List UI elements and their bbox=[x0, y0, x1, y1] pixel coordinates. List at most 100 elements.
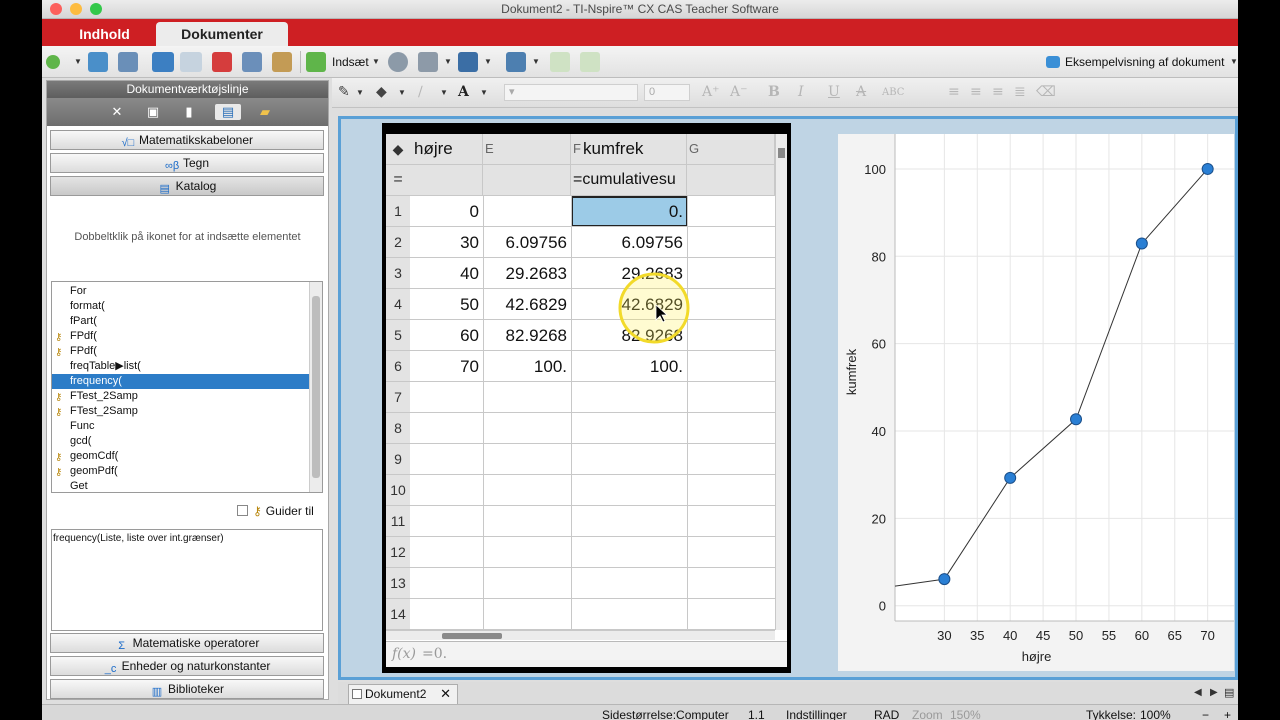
row-label[interactable]: 14 bbox=[386, 599, 410, 630]
lists-spreadsheet[interactable]: ◆ = højre E Fkumfrek G =cumulativesu 123… bbox=[382, 123, 791, 673]
row-label[interactable]: 4 bbox=[386, 289, 410, 320]
catalog-item[interactable]: gcd( bbox=[52, 434, 310, 449]
insert-icon[interactable] bbox=[306, 52, 326, 72]
chevron-down-icon[interactable]: ▼ bbox=[398, 88, 406, 97]
undo-icon[interactable] bbox=[152, 52, 174, 72]
table-cell[interactable]: 70 bbox=[410, 351, 483, 382]
cut-icon[interactable] bbox=[212, 52, 232, 72]
row-label[interactable]: 2 bbox=[386, 227, 410, 258]
table-cell[interactable]: 60 bbox=[410, 320, 483, 351]
eraser-icon[interactable]: ⌫ bbox=[1036, 84, 1056, 100]
table-cell[interactable]: 0 bbox=[410, 196, 483, 227]
chevron-down-icon[interactable]: ▼ bbox=[440, 88, 448, 97]
zoom-out-icon[interactable]: − bbox=[1202, 708, 1209, 720]
column-header-hojre[interactable]: højre bbox=[410, 134, 483, 165]
row-label[interactable]: 12 bbox=[386, 537, 410, 568]
chevron-down-icon[interactable]: ▼ bbox=[372, 57, 380, 66]
paste-icon[interactable] bbox=[272, 52, 292, 72]
row-label[interactable]: 13 bbox=[386, 568, 410, 599]
variables-icon[interactable]: ▣ bbox=[145, 104, 161, 120]
tab-indhold[interactable]: Indhold bbox=[52, 22, 157, 46]
insert-menu-label[interactable]: Indsæt bbox=[332, 55, 369, 69]
column-header-kumfrek[interactable]: Fkumfrek bbox=[571, 134, 687, 165]
section-units-constants[interactable]: _c Enheder og naturkonstanter bbox=[50, 656, 324, 676]
row-label[interactable]: 6 bbox=[386, 351, 410, 382]
table-cell[interactable]: 30 bbox=[410, 227, 483, 258]
save-icon[interactable] bbox=[118, 52, 138, 72]
column-header-e[interactable]: E bbox=[483, 134, 571, 165]
catalog-item[interactable]: ⚷ FTest_2Samp bbox=[52, 389, 310, 404]
document-tab[interactable]: Dokument2 ✕ bbox=[348, 684, 458, 704]
prev-tab-icon[interactable]: ◀ bbox=[1194, 687, 1202, 698]
table-cell[interactable]: 40 bbox=[410, 258, 483, 289]
formula-cell-kumfrek[interactable]: =cumulativesu bbox=[571, 165, 687, 196]
redo-icon[interactable] bbox=[180, 52, 202, 72]
catalog-item[interactable]: format( bbox=[52, 299, 310, 314]
graph-view[interactable]: 30 35 40 45 50 55 60 65 70 0 20 40 60 80 100 højre kumfr… bbox=[838, 134, 1234, 671]
variable-icon[interactable] bbox=[388, 52, 408, 72]
wizards-checkbox[interactable] bbox=[237, 505, 248, 516]
spreadsheet-vertical-scrollbar[interactable] bbox=[775, 134, 787, 630]
angle-mode[interactable]: RAD bbox=[874, 708, 899, 720]
handheld-icon[interactable]: ▮ bbox=[181, 104, 197, 120]
page-size[interactable]: Sidestørrelse:Computer bbox=[602, 708, 729, 720]
font-family-select[interactable]: ▾ bbox=[504, 84, 638, 101]
line-color-icon[interactable]: ∕ bbox=[418, 84, 423, 100]
chevron-down-icon[interactable]: ▼ bbox=[1230, 57, 1238, 66]
chevron-down-icon[interactable]: ▼ bbox=[444, 57, 452, 66]
section-math-templates[interactable]: √□ Matematikskabeloner bbox=[50, 130, 324, 150]
catalog-item[interactable]: ⚷ geomPdf( bbox=[52, 464, 310, 479]
table-cell[interactable]: 100. bbox=[571, 351, 687, 382]
previous-page-icon[interactable] bbox=[550, 52, 570, 72]
table-cell[interactable]: 82.9268 bbox=[483, 320, 571, 351]
italic-icon[interactable]: I bbox=[798, 84, 804, 100]
catalog-item[interactable]: For bbox=[52, 284, 310, 299]
handheld-icon[interactable] bbox=[458, 52, 478, 72]
monitor-icon[interactable] bbox=[1046, 56, 1060, 68]
screenshot-icon[interactable] bbox=[418, 52, 438, 72]
wizards-toggle[interactable]: ⚷ Guider til bbox=[237, 504, 314, 518]
section-catalog[interactable]: ▤ Katalog bbox=[50, 176, 324, 196]
formula-cell[interactable] bbox=[410, 165, 483, 196]
catalog-item[interactable]: Get bbox=[52, 479, 310, 492]
catalog-item[interactable]: frequency( bbox=[52, 374, 310, 389]
next-tab-icon[interactable]: ▶ bbox=[1210, 687, 1218, 698]
spreadsheet-horizontal-scrollbar[interactable] bbox=[386, 630, 775, 640]
copy-icon[interactable] bbox=[242, 52, 262, 72]
table-cell[interactable]: 6.09756 bbox=[571, 227, 687, 258]
next-page-icon[interactable] bbox=[580, 52, 600, 72]
catalog-item[interactable]: fPart( bbox=[52, 314, 310, 329]
scroll-thumb[interactable] bbox=[442, 633, 502, 639]
document-preview-label[interactable]: Eksempelvisning af dokument bbox=[1065, 55, 1224, 69]
formula-cell[interactable] bbox=[687, 165, 775, 196]
scroll-thumb[interactable] bbox=[312, 296, 320, 478]
table-cell[interactable]: 6.09756 bbox=[483, 227, 571, 258]
section-math-operators[interactable]: Σ Matematiske operatorer bbox=[50, 633, 324, 653]
settings-button[interactable]: Indstillinger bbox=[786, 708, 847, 720]
utilities-icon[interactable]: ▤ bbox=[215, 104, 241, 120]
catalog-item[interactable]: ⚷ FTest_2Samp bbox=[52, 404, 310, 419]
close-tab-icon[interactable]: ✕ bbox=[440, 685, 451, 703]
justify-icon[interactable]: ≣ bbox=[1014, 84, 1026, 100]
zoom-select[interactable]: 150% bbox=[950, 708, 981, 720]
zoom-in-icon[interactable]: + bbox=[1224, 708, 1231, 720]
table-cell[interactable]: 42.6829 bbox=[483, 289, 571, 320]
thickness-select[interactable]: 100% bbox=[1140, 708, 1171, 720]
align-center-icon[interactable]: ≡ bbox=[970, 84, 982, 100]
spreadsheet-grid[interactable]: ◆ = højre E Fkumfrek G =cumulativesu 123… bbox=[386, 134, 787, 667]
row-label[interactable]: 10 bbox=[386, 475, 410, 506]
row-label[interactable]: 7 bbox=[386, 382, 410, 413]
kumfrek-line-chart[interactable]: 30 35 40 45 50 55 60 65 70 0 20 40 60 80 100 højre kumfr… bbox=[838, 134, 1234, 671]
catalog-item[interactable]: freqTable▶list( bbox=[52, 359, 310, 374]
table-cell[interactable]: 29.2683 bbox=[483, 258, 571, 289]
row-label[interactable]: 5 bbox=[386, 320, 410, 351]
section-libraries[interactable]: ▥ Biblioteker bbox=[50, 679, 324, 699]
underline-icon[interactable]: U bbox=[828, 84, 840, 100]
open-document-icon[interactable] bbox=[88, 52, 108, 72]
catalog-item[interactable]: Func bbox=[52, 419, 310, 434]
bold-icon[interactable]: B bbox=[768, 84, 780, 100]
align-right-icon[interactable]: ≡ bbox=[992, 84, 1004, 100]
tab-dokumenter[interactable]: Dokumenter bbox=[156, 22, 288, 46]
page-layout-icon[interactable] bbox=[506, 52, 526, 72]
decrease-font-icon[interactable]: A⁻ bbox=[730, 84, 748, 100]
